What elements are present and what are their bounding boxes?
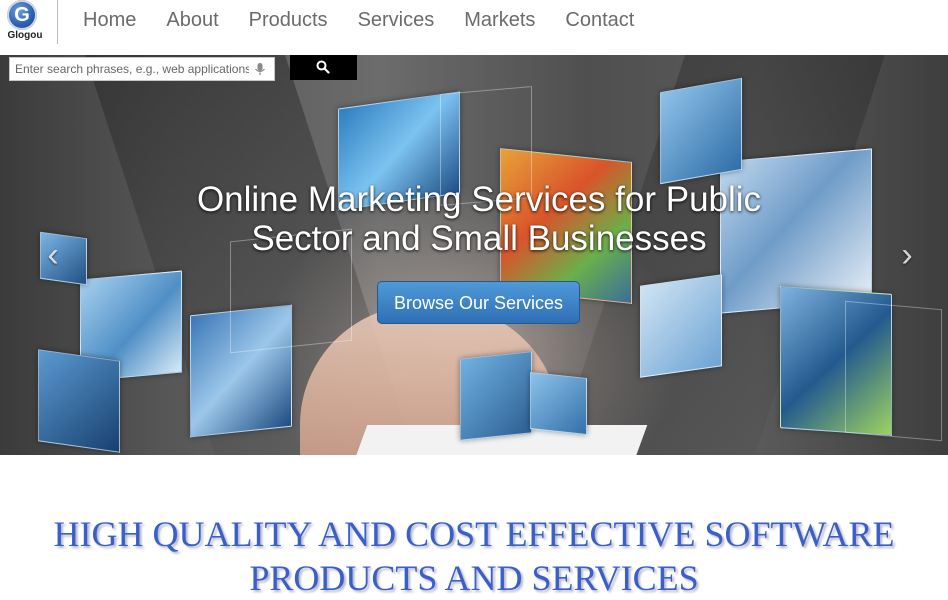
logo-name: Glogou (7, 30, 43, 41)
nav-item-home[interactable]: Home (68, 9, 151, 32)
chevron-left-icon[interactable]: ‹ (38, 238, 68, 272)
hero-carousel: Online Marketing Services for Public Sec… (0, 55, 948, 455)
microphone-icon[interactable] (253, 62, 267, 76)
hero-title-line1: Online Marketing Services for Public (196, 180, 762, 219)
nav-item-about[interactable]: About (151, 9, 233, 32)
search-icon (316, 60, 330, 74)
main-nav: Home About Products Services Markets Con… (68, 0, 649, 40)
hero-cube (460, 351, 532, 441)
nav-item-markets[interactable]: Markets (449, 9, 550, 32)
nav-item-services[interactable]: Services (343, 9, 450, 32)
site-header: G Glogou Home About Products Services Ma… (0, 0, 948, 44)
nav-item-contact[interactable]: Contact (550, 9, 649, 32)
search-box (9, 57, 275, 81)
nav-item-products[interactable]: Products (234, 9, 343, 32)
logo[interactable]: G Glogou (2, 0, 48, 44)
hero-title: Online Marketing Services for Public Sec… (0, 180, 948, 258)
section-heading: HIGH QUALITY AND COST EFFECTIVE SOFTWARE… (53, 514, 895, 598)
search-input[interactable] (10, 58, 254, 80)
hero-cube (38, 349, 120, 453)
chevron-right-icon[interactable]: › (892, 238, 922, 272)
hero-cube (530, 372, 587, 435)
search-button[interactable] (290, 55, 357, 80)
logo-divider (57, 0, 58, 44)
logo-icon: G (7, 0, 37, 30)
browse-services-button[interactable]: Browse Our Services (377, 281, 580, 324)
hero-title-line2: Sector and Small Businesses (251, 219, 707, 258)
hero-cube (660, 77, 742, 185)
hero-cube (640, 274, 722, 378)
hero-cube-outline (845, 300, 942, 442)
